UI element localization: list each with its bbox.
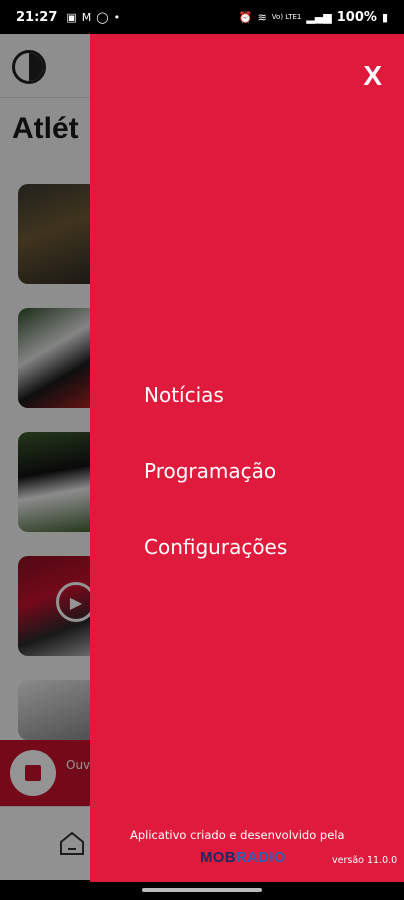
menu-item-programacao[interactable]: Programação bbox=[144, 456, 287, 532]
battery-icon: ▮ bbox=[381, 10, 388, 24]
gmail-icon: M bbox=[81, 10, 92, 24]
volte-icon: Vo) LTE1 bbox=[271, 12, 302, 21]
signal-icon: ▂▄▆ bbox=[306, 10, 332, 24]
drawer-menu: Notícias Programação Configurações bbox=[144, 380, 287, 608]
image-icon: ▣ bbox=[66, 10, 77, 24]
navigation-drawer: X Notícias Programação Configurações Apl… bbox=[90, 34, 404, 882]
gesture-handle[interactable] bbox=[142, 888, 262, 892]
status-bar-left: 21:27 ▣ M ◯ • bbox=[16, 10, 120, 25]
wifi-icon: ≋ bbox=[257, 10, 267, 24]
close-button[interactable]: X bbox=[363, 60, 382, 92]
mobradio-logo: MOBRADIO bbox=[200, 849, 286, 866]
credits-text: Aplicativo criado e desenvolvido pela bbox=[130, 828, 345, 842]
clock: 21:27 bbox=[16, 9, 58, 25]
brand-wordmark: MOBRADIO bbox=[200, 849, 286, 866]
alarm-icon: ⏰ bbox=[238, 10, 253, 24]
app-version: versão 11.0.0 bbox=[332, 855, 398, 866]
whatsapp-icon: ◯ bbox=[96, 10, 109, 24]
menu-item-noticias[interactable]: Notícias bbox=[144, 380, 287, 456]
menu-item-configuracoes[interactable]: Configurações bbox=[144, 532, 287, 608]
battery-percent: 100% bbox=[336, 9, 377, 25]
dot-icon: • bbox=[113, 10, 121, 24]
status-bar-right: ⏰ ≋ Vo) LTE1 ▂▄▆ 100% ▮ bbox=[239, 10, 388, 25]
status-bar: 21:27 ▣ M ◯ • ⏰ ≋ Vo) LTE1 ▂▄▆ 100% ▮ bbox=[0, 0, 404, 34]
